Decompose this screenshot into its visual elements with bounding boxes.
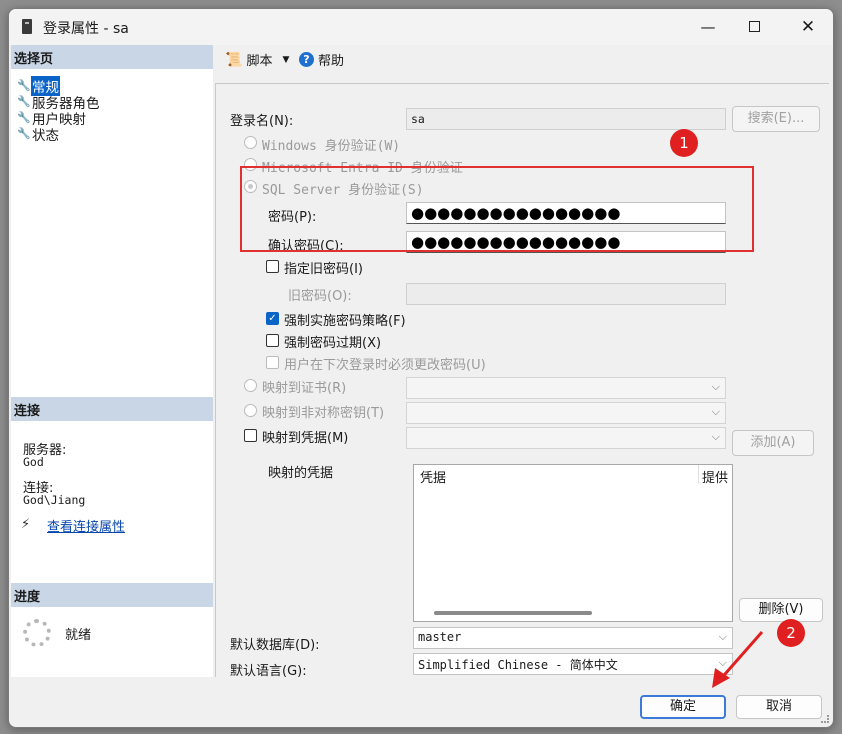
login-name-label: 登录名(N): [230,114,294,129]
credential-combo[interactable]: ⌵ [406,427,726,449]
script-button[interactable]: 📜 脚本 ▼ [225,50,290,70]
old-password-field[interactable] [406,283,726,305]
enforce-expiration-checkbox[interactable] [266,334,279,347]
column-header-provider[interactable]: 提供 [702,467,728,486]
help-icon: ? [299,52,314,67]
toolbar: 📜 脚本 ▼ ? 帮助 [215,45,833,74]
connection-value: God\Jiang [23,493,86,507]
select-page-header: 选择页 [11,45,213,69]
chevron-down-icon: ⌵ [711,405,720,418]
connection-header: 连接 [11,397,213,421]
annotation-highlight-box [240,166,754,252]
map-credential-checkbox[interactable] [244,429,257,442]
script-label: 脚本 [246,54,273,69]
enforce-policy-checkbox[interactable]: ✓ [266,312,279,325]
must-change-checkbox[interactable] [266,356,279,369]
maximize-icon [748,20,760,32]
annotation-arrow-icon [712,631,764,688]
chevron-down-icon: ⌵ [711,430,720,443]
chevron-down-icon: ▼ [282,54,290,65]
title-bar: 登录属性 - sa — ✕ [9,9,833,45]
must-change-label: 用户在下次登录时必须更改密码(U) [284,358,486,373]
column-header-credential[interactable]: 凭据 [420,467,446,486]
wrench-icon: 🔧 [17,111,31,124]
default-language-value: Simplified Chinese - 简体中文 [418,658,618,672]
left-pane: 选择页 🔧 常规 🔧 服务器角色 🔧 用户映射 🔧 状态 连接 服务器: God 连接:… [11,45,213,677]
window-title: 登录属性 - sa [43,21,129,37]
enforce-expiration-label: 强制密码过期(X) [284,336,382,351]
app-icon [22,19,32,34]
mapped-credentials-label: 映射的凭据 [268,466,334,481]
default-language-label: 默认语言(G): [230,664,307,679]
default-language-combo[interactable]: Simplified Chinese - 简体中文 ⌵ [413,653,733,675]
map-certificate-label: 映射到证书(R) [262,381,347,396]
login-properties-dialog: 登录属性 - sa — ✕ 选择页 🔧 常规 🔧 服务器角色 🔧 用户映射 🔧 状态 连… [8,8,834,728]
remove-credential-button[interactable]: 删除(V) [739,598,823,622]
wrench-icon: 🔧 [17,127,31,140]
windows-auth-radio[interactable] [244,136,257,149]
server-value: God [23,455,44,469]
horizontal-scrollbar[interactable] [434,611,592,615]
add-credential-button[interactable]: 添加(A) [732,430,814,456]
chevron-down-icon: ⌵ [711,380,720,393]
help-button[interactable]: ? 帮助 [299,50,344,69]
progress-header: 进度 [11,583,213,607]
minimize-button[interactable]: — [685,9,731,45]
asymmetric-key-combo[interactable]: ⌵ [406,402,726,424]
specify-old-password-checkbox[interactable] [266,260,279,273]
default-database-combo[interactable]: master ⌵ [413,627,733,649]
annotation-badge-1: 1 [670,129,698,157]
specify-old-password-label: 指定旧密码(I) [284,262,363,277]
map-asymmetric-key-label: 映射到非对称密钥(T) [262,406,385,421]
script-icon: 📜 [225,51,243,68]
wrench-icon: 🔧 [17,95,31,108]
map-credential-label: 映射到凭据(M) [262,431,349,446]
progress-spinner-icon [23,619,51,647]
resize-grip-icon[interactable] [821,715,829,723]
progress-status: 就绪 [65,628,92,643]
help-label: 帮助 [318,54,345,69]
view-connection-properties-link[interactable]: 查看连接属性 [47,516,125,535]
map-certificate-radio[interactable] [244,379,257,392]
default-database-label: 默认数据库(D): [230,638,320,653]
windows-auth-label: Windows 身份验证(W) [262,139,401,154]
close-button[interactable]: ✕ [785,9,831,45]
cancel-button[interactable]: 取消 [736,695,822,719]
nav-item-label: 状态 [32,127,59,144]
annotation-badge-2: 2 [777,619,805,647]
search-button[interactable]: 搜索(E)... [732,106,820,132]
column-divider [698,465,699,483]
maximize-button[interactable] [731,9,777,45]
certificate-combo[interactable]: ⌵ [406,377,726,399]
ok-button[interactable]: 确定 [640,695,726,719]
mapped-credentials-list[interactable]: 凭据 提供 [413,464,733,622]
wrench-icon: 🔧 [17,79,31,92]
enforce-policy-label: 强制实施密码策略(F) [284,314,406,329]
old-password-label: 旧密码(O): [288,289,352,304]
login-name-field[interactable]: sa [406,108,726,130]
connection-properties-icon: ⚡ [21,517,31,532]
nav-item-status[interactable]: 🔧 状态 [17,125,60,144]
map-asymmetric-key-radio[interactable] [244,404,257,417]
default-database-value: master [418,630,462,644]
